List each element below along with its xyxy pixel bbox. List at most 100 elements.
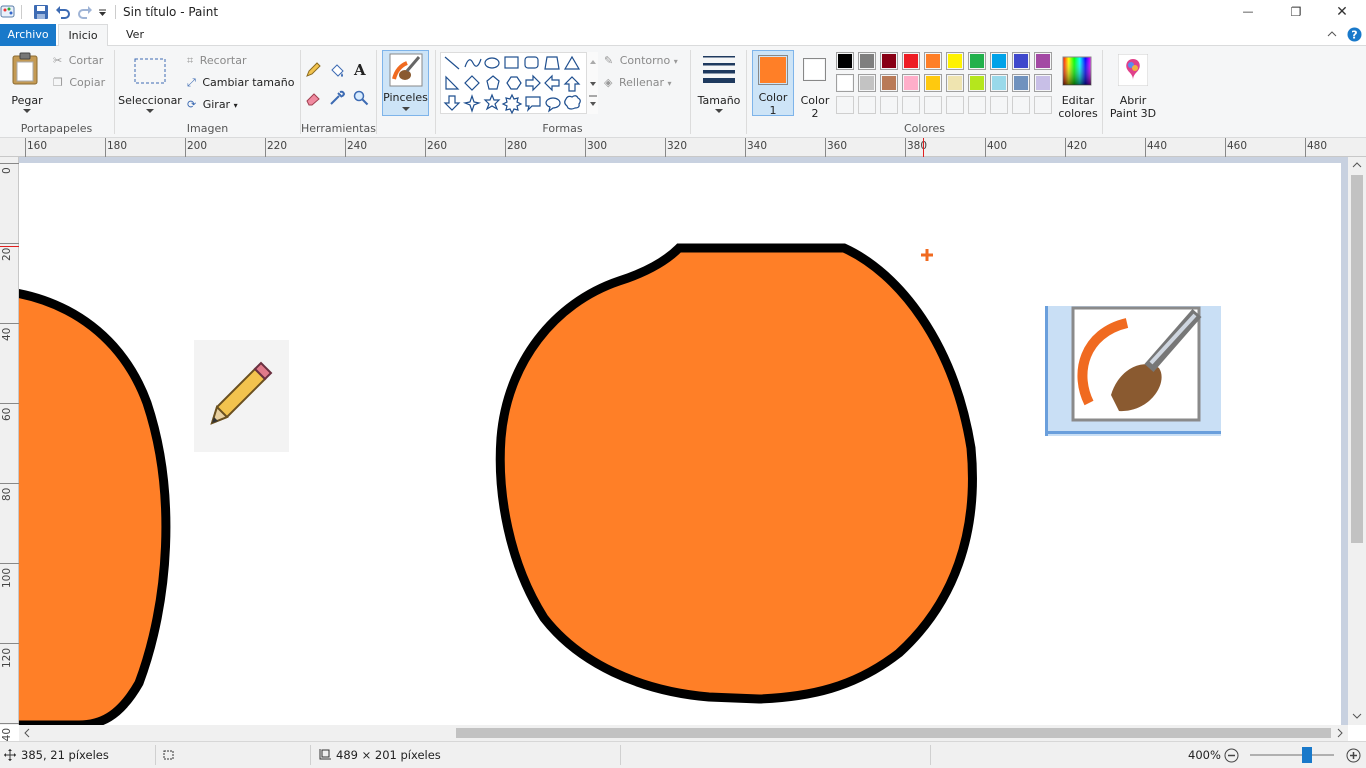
color-picker-icon[interactable]	[329, 90, 345, 106]
group-separator	[1102, 50, 1103, 134]
resize-button[interactable]: ⤢ Cambiar tamaño	[187, 74, 294, 92]
outline-button[interactable]: ✎ Contorno ▾	[604, 52, 678, 70]
crop-button[interactable]: ⌗ Recortar	[187, 52, 247, 70]
palette-swatch[interactable]	[968, 74, 986, 92]
status-bar: 385, 21 píxeles 489 × 201 píxeles 400%	[0, 741, 1366, 768]
vertical-scrollbar[interactable]	[1348, 157, 1366, 725]
ruler-cursor-marker	[923, 138, 924, 157]
edit-colors-button[interactable]: Editar colores	[1058, 50, 1098, 120]
undo-icon[interactable]	[55, 4, 71, 20]
palette-swatch[interactable]	[1034, 52, 1052, 70]
save-icon[interactable]	[33, 4, 49, 20]
group-separator	[690, 50, 691, 134]
palette-swatch[interactable]	[946, 52, 964, 70]
cursor-position: 385, 21 píxeles	[21, 748, 109, 762]
palette-swatch[interactable]	[924, 74, 942, 92]
scroll-left-icon[interactable]	[23, 728, 31, 738]
text-icon[interactable]: A	[353, 61, 369, 78]
pencil-icon[interactable]	[305, 62, 321, 78]
brushes-button[interactable]: Pinceles	[382, 50, 429, 116]
scroll-down-icon[interactable]	[1352, 712, 1362, 720]
close-button[interactable]: ✕	[1326, 2, 1358, 22]
palette-swatch[interactable]	[902, 52, 920, 70]
gallery-arrows-icon	[589, 60, 597, 106]
paste-button[interactable]: Pegar	[5, 50, 49, 116]
orange-circle-left	[19, 289, 171, 725]
palette-swatch[interactable]	[968, 52, 986, 70]
tab-inicio[interactable]: Inicio	[58, 24, 108, 47]
paint3d-icon	[1118, 54, 1148, 86]
group-label-colors: Colores	[904, 122, 945, 135]
zoom-out-icon[interactable]	[1224, 748, 1239, 763]
horizontal-scrollbar[interactable]	[19, 725, 1348, 741]
palette-swatch[interactable]	[902, 74, 920, 92]
chevron-down-icon	[146, 109, 154, 113]
rotate-button[interactable]: ⟳ Girar ▾	[187, 96, 238, 114]
resize-label: Cambiar tamaño	[202, 76, 295, 89]
ruler-tick	[0, 563, 19, 564]
drawing-canvas[interactable]	[19, 163, 1341, 725]
palette-swatch[interactable]	[924, 52, 942, 70]
palette-swatch[interactable]	[880, 52, 898, 70]
collapse-ribbon-icon[interactable]	[1327, 30, 1337, 38]
magnifier-icon[interactable]	[353, 90, 369, 106]
palette-swatch[interactable]	[836, 52, 854, 70]
ruler-label: 420	[1067, 140, 1088, 152]
palette-swatch[interactable]	[836, 96, 854, 114]
zoom-slider-track[interactable]	[1250, 754, 1334, 756]
size-button[interactable]: Tamaño	[695, 50, 743, 116]
group-label-tools: Herramientas	[301, 122, 376, 135]
palette-swatch[interactable]	[880, 96, 898, 114]
tab-archivo[interactable]: Archivo	[0, 24, 56, 46]
palette-swatch[interactable]	[836, 74, 854, 92]
palette-swatch[interactable]	[1034, 74, 1052, 92]
ruler-label: 40	[1, 327, 13, 341]
group-separator	[376, 50, 377, 134]
fill-button[interactable]: ◈ Rellenar ▾	[604, 74, 672, 92]
palette-swatch[interactable]	[1012, 52, 1030, 70]
palette-swatch[interactable]	[1012, 74, 1030, 92]
workspace[interactable]	[19, 157, 1348, 725]
open-paint3d-button[interactable]: Abrir Paint 3D	[1106, 50, 1160, 120]
horizontal-scroll-thumb[interactable]	[456, 728, 1331, 738]
scroll-up-icon[interactable]	[1352, 161, 1362, 169]
palette-swatch[interactable]	[946, 74, 964, 92]
palette-swatch[interactable]	[990, 96, 1008, 114]
help-icon[interactable]: ?	[1347, 27, 1362, 42]
eraser-icon[interactable]	[305, 90, 321, 106]
quick-access-dropdown-icon[interactable]	[98, 8, 108, 18]
redo-icon[interactable]	[77, 4, 93, 20]
zoom-slider-thumb[interactable]	[1302, 747, 1312, 763]
fill-bucket-icon[interactable]	[329, 62, 345, 78]
paint-app-icon[interactable]	[0, 3, 17, 20]
color1-label-line2: 1	[769, 104, 777, 117]
palette-swatch[interactable]	[990, 74, 1008, 92]
palette-swatch[interactable]	[858, 52, 876, 70]
palette-swatch[interactable]	[902, 96, 920, 114]
palette-swatch[interactable]	[1034, 96, 1052, 114]
palette-swatch[interactable]	[968, 96, 986, 114]
palette-swatch[interactable]	[924, 96, 942, 114]
scroll-right-icon[interactable]	[1336, 728, 1344, 738]
palette-swatch[interactable]	[858, 74, 876, 92]
palette-swatch[interactable]	[946, 96, 964, 114]
zoom-in-icon[interactable]	[1346, 748, 1361, 763]
vertical-scroll-thumb[interactable]	[1351, 175, 1363, 543]
ruler-label: 300	[587, 140, 608, 152]
palette-swatch[interactable]	[1012, 96, 1030, 114]
tab-ver[interactable]: Ver	[117, 24, 153, 46]
palette-swatch[interactable]	[880, 74, 898, 92]
ruler-tick	[0, 243, 19, 244]
cut-button[interactable]: ✂ Cortar	[53, 52, 103, 70]
palette-swatch[interactable]	[858, 96, 876, 114]
color1-button[interactable]: Color 1	[752, 50, 794, 117]
shapes-gallery[interactable]	[440, 52, 598, 115]
select-button[interactable]: Seleccionar	[118, 50, 182, 116]
copy-button[interactable]: ❐ Copiar	[53, 74, 105, 92]
shapes-gallery-scroll[interactable]	[586, 52, 598, 114]
palette-swatch[interactable]	[990, 52, 1008, 70]
ruler-label: 260	[427, 140, 448, 152]
restore-button[interactable]: ❐	[1280, 2, 1312, 22]
minimize-button[interactable]: —	[1232, 2, 1264, 22]
color2-button[interactable]: Color 2	[796, 50, 834, 120]
